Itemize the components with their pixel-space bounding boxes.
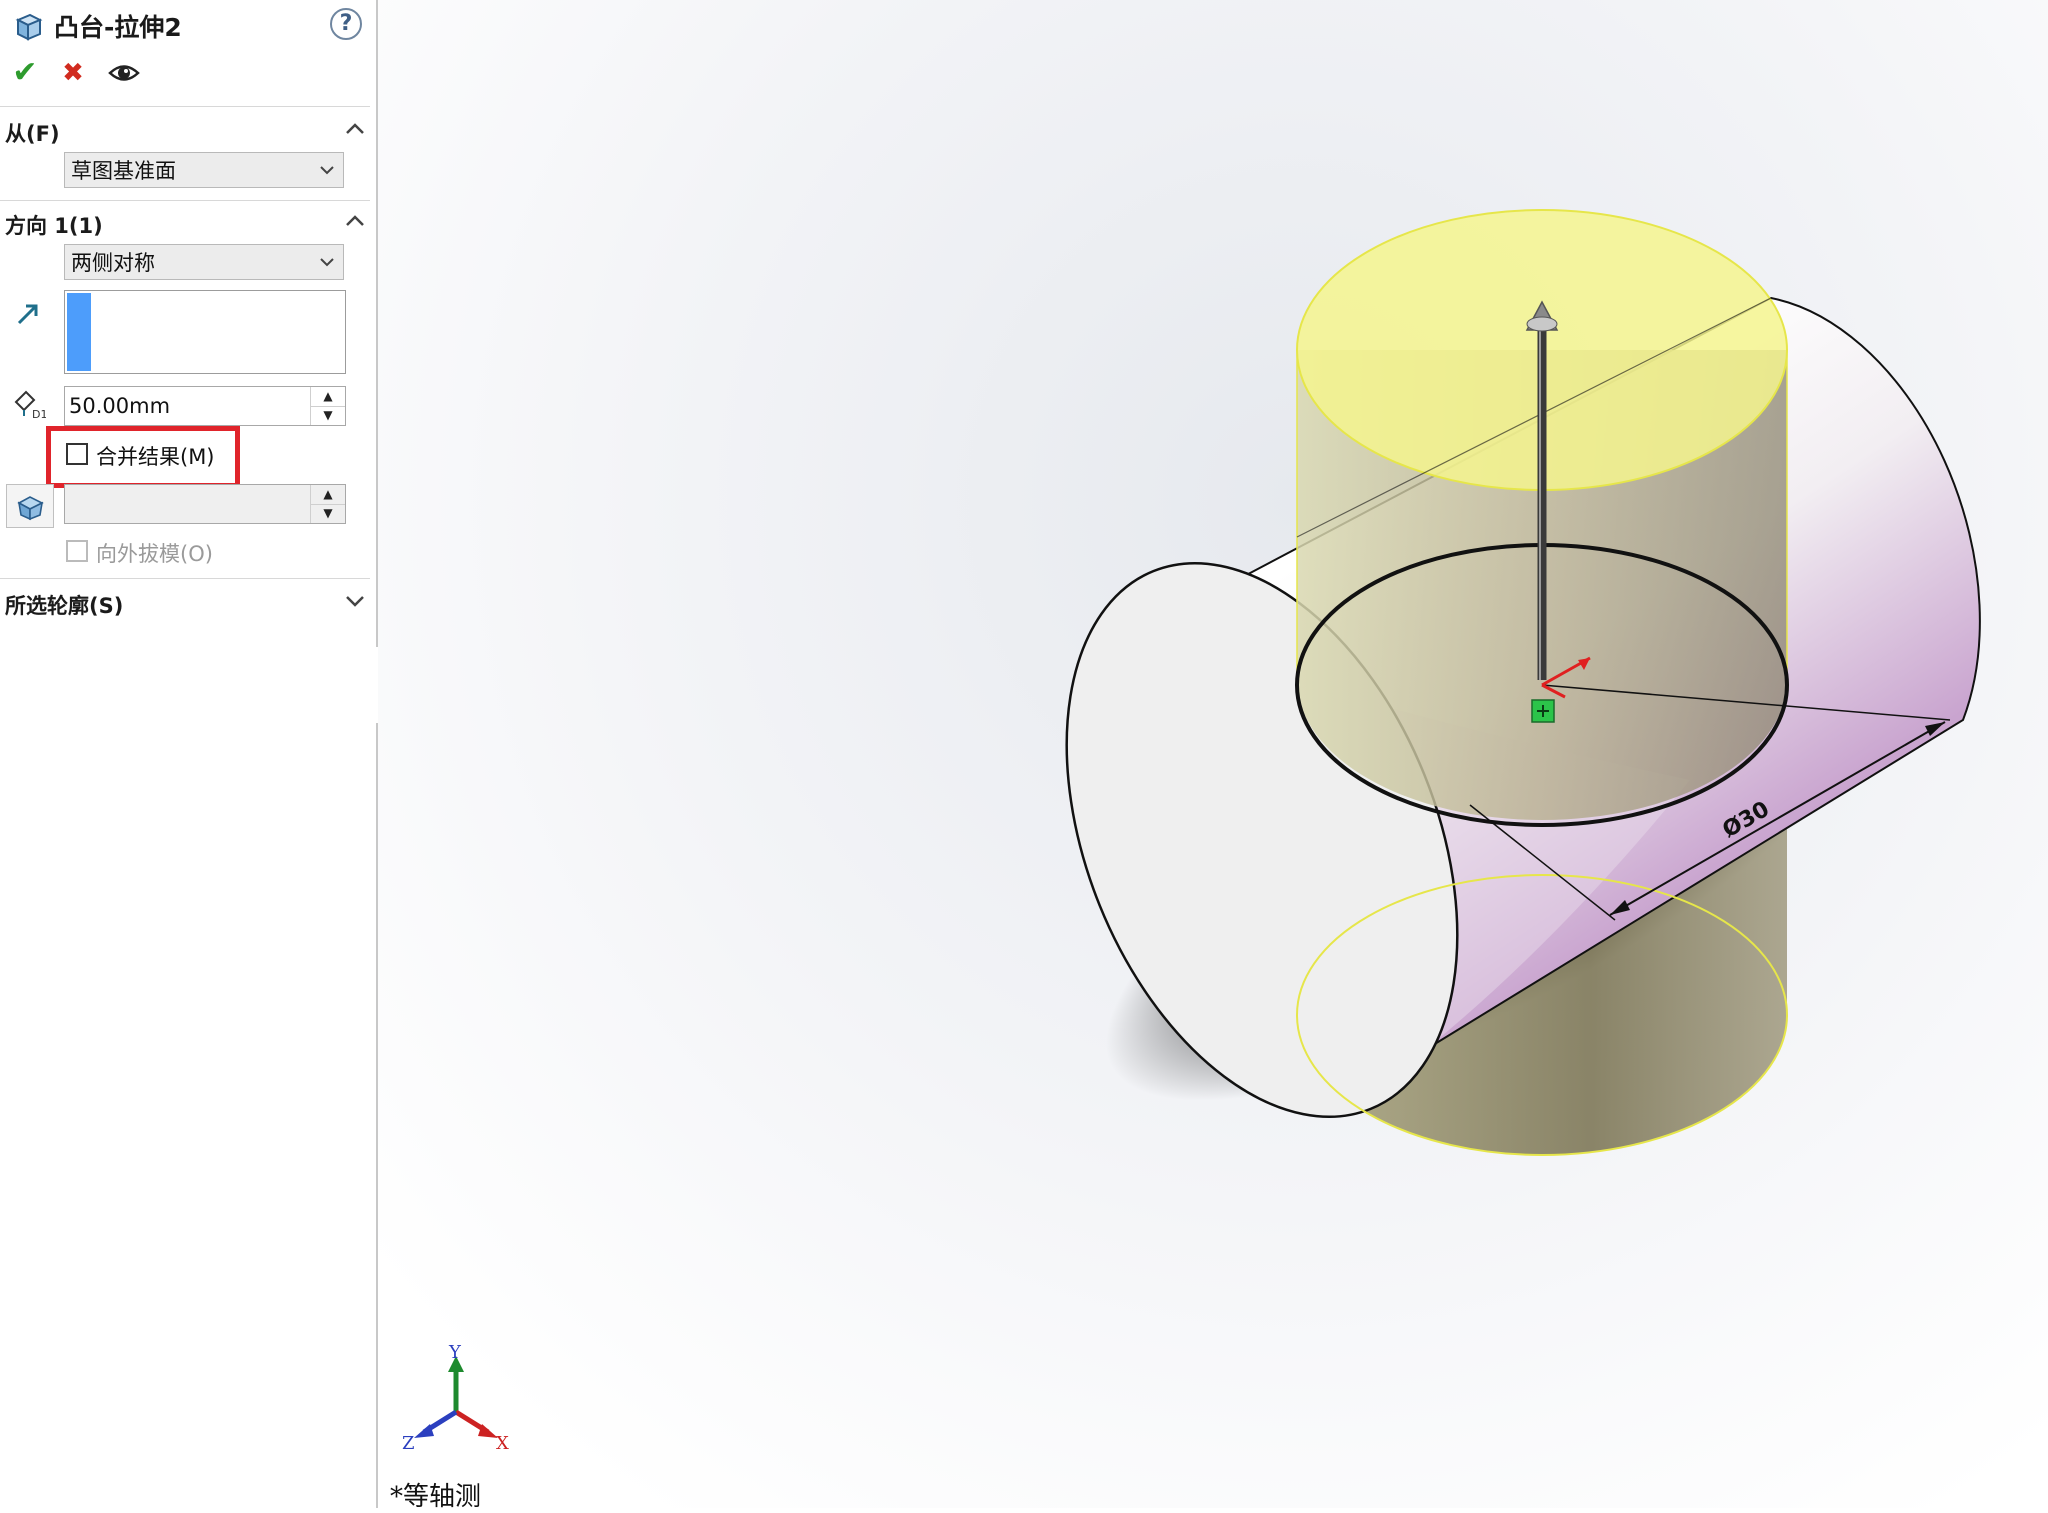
from-dropdown[interactable]: 草图基准面 (64, 152, 344, 188)
feature-title: 凸台-拉伸2 (54, 13, 182, 42)
from-dropdown-value: 草图基准面 (71, 159, 176, 183)
draft-outward-checkbox[interactable] (66, 540, 88, 562)
divider (0, 200, 370, 201)
cancel-button[interactable]: ✖ (56, 56, 90, 90)
extrude-arrow-handle-base (1526, 316, 1558, 332)
direction-arrow-icon[interactable] (14, 300, 42, 328)
depth-spinner[interactable]: ▲ ▼ (310, 387, 345, 425)
spin-down-button[interactable]: ▼ (311, 406, 345, 425)
help-button[interactable]: ? (330, 8, 362, 40)
draft-icon (17, 496, 44, 521)
axis-x-label: X (496, 1433, 509, 1454)
depth-value: 50.00mm (69, 394, 171, 418)
depth-icon: D1 (14, 390, 46, 420)
selected-contours-label: 所选轮廓(S) (5, 594, 124, 618)
draft-outward-label: 向外拔模(O) (96, 542, 213, 566)
from-section-label: 从(F) (5, 122, 60, 146)
extrude-feature-icon (15, 13, 43, 41)
listbox-selection-bar (67, 293, 91, 371)
draft-angle-input[interactable]: ▲ ▼ (64, 484, 346, 524)
direction-reference-listbox[interactable] (64, 290, 346, 374)
divider (0, 578, 370, 579)
spin-down-button[interactable]: ▼ (311, 504, 345, 523)
axis-y-label: Y (448, 1342, 462, 1363)
divider (0, 106, 370, 107)
axis-z-label: Z (402, 1433, 415, 1454)
property-manager-panel: 凸台-拉伸2 ? ✔ ✖ 从(F) 草图基准面 方向 1(1) 两侧对称 D1 … (0, 0, 378, 1508)
collapse-chevron-icon[interactable] (342, 116, 368, 142)
view-orientation-label: *等轴测 (390, 1482, 482, 1512)
ok-button[interactable]: ✔ (8, 56, 42, 90)
draft-angle-spinner[interactable]: ▲ ▼ (310, 485, 345, 523)
end-condition-dropdown[interactable]: 两侧对称 (64, 244, 344, 280)
svg-text:D1: D1 (32, 408, 46, 420)
collapse-chevron-icon[interactable] (342, 208, 368, 234)
chevron-down-icon (320, 166, 334, 175)
chevron-down-icon (320, 258, 334, 267)
direction1-section-label: 方向 1(1) (5, 214, 103, 238)
preview-eye-icon[interactable] (108, 60, 140, 86)
draft-toggle-button[interactable] (6, 484, 54, 528)
end-condition-value: 两侧对称 (71, 251, 155, 275)
depth-input[interactable]: 50.00mm ▲ ▼ (64, 386, 346, 426)
spin-up-button[interactable]: ▲ (311, 387, 345, 407)
spin-up-button[interactable]: ▲ (311, 485, 345, 505)
expand-chevron-icon[interactable] (342, 588, 368, 614)
graphics-viewport[interactable]: Ø30 Y X Z (378, 0, 2048, 1508)
red-highlight-box (46, 426, 240, 488)
